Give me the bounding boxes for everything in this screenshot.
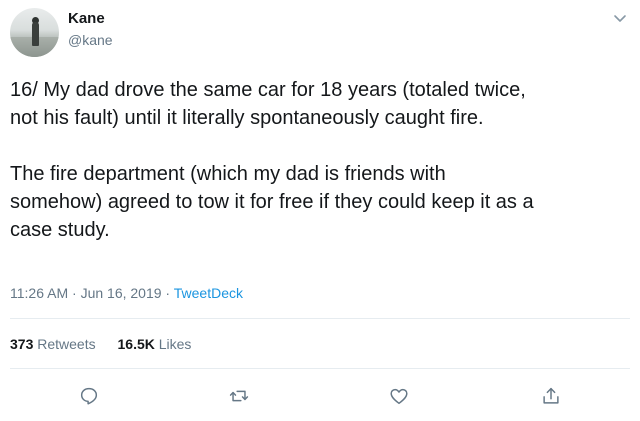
share-icon[interactable] [540, 385, 562, 407]
tweet-meta: 11:26 AM · Jun 16, 2019 · TweetDeck [10, 285, 243, 301]
divider [10, 318, 630, 319]
tweet-source-link[interactable]: TweetDeck [174, 285, 243, 301]
retweets-stat[interactable]: 373 Retweets [10, 336, 96, 352]
tweet-date[interactable]: Jun 16, 2019 [81, 285, 162, 301]
avatar[interactable] [10, 8, 59, 57]
tweet-stats: 373 Retweets 16.5K Likes [10, 336, 209, 352]
avatar-figure [32, 22, 39, 46]
meta-separator: · [68, 285, 81, 301]
retweets-count: 373 [10, 336, 34, 352]
chevron-down-icon[interactable] [612, 10, 628, 26]
user-handle[interactable]: @kane [68, 32, 113, 48]
likes-count: 16.5K [117, 336, 155, 352]
heart-icon[interactable] [388, 385, 410, 407]
meta-separator: · [161, 285, 174, 301]
tweet-time[interactable]: 11:26 AM [10, 285, 68, 301]
retweets-label: Retweets [37, 336, 96, 352]
likes-stat[interactable]: 16.5K Likes [118, 336, 192, 352]
display-name[interactable]: Kane [68, 10, 105, 27]
divider [10, 368, 630, 369]
likes-label: Likes [158, 336, 192, 352]
tweet-text: 16/ My dad drove the same car for 18 yea… [10, 79, 534, 241]
tweet-card: Kane @kane 16/ My dad drove the same car… [0, 0, 640, 421]
retweet-icon[interactable] [228, 385, 250, 407]
reply-icon[interactable] [78, 385, 100, 407]
